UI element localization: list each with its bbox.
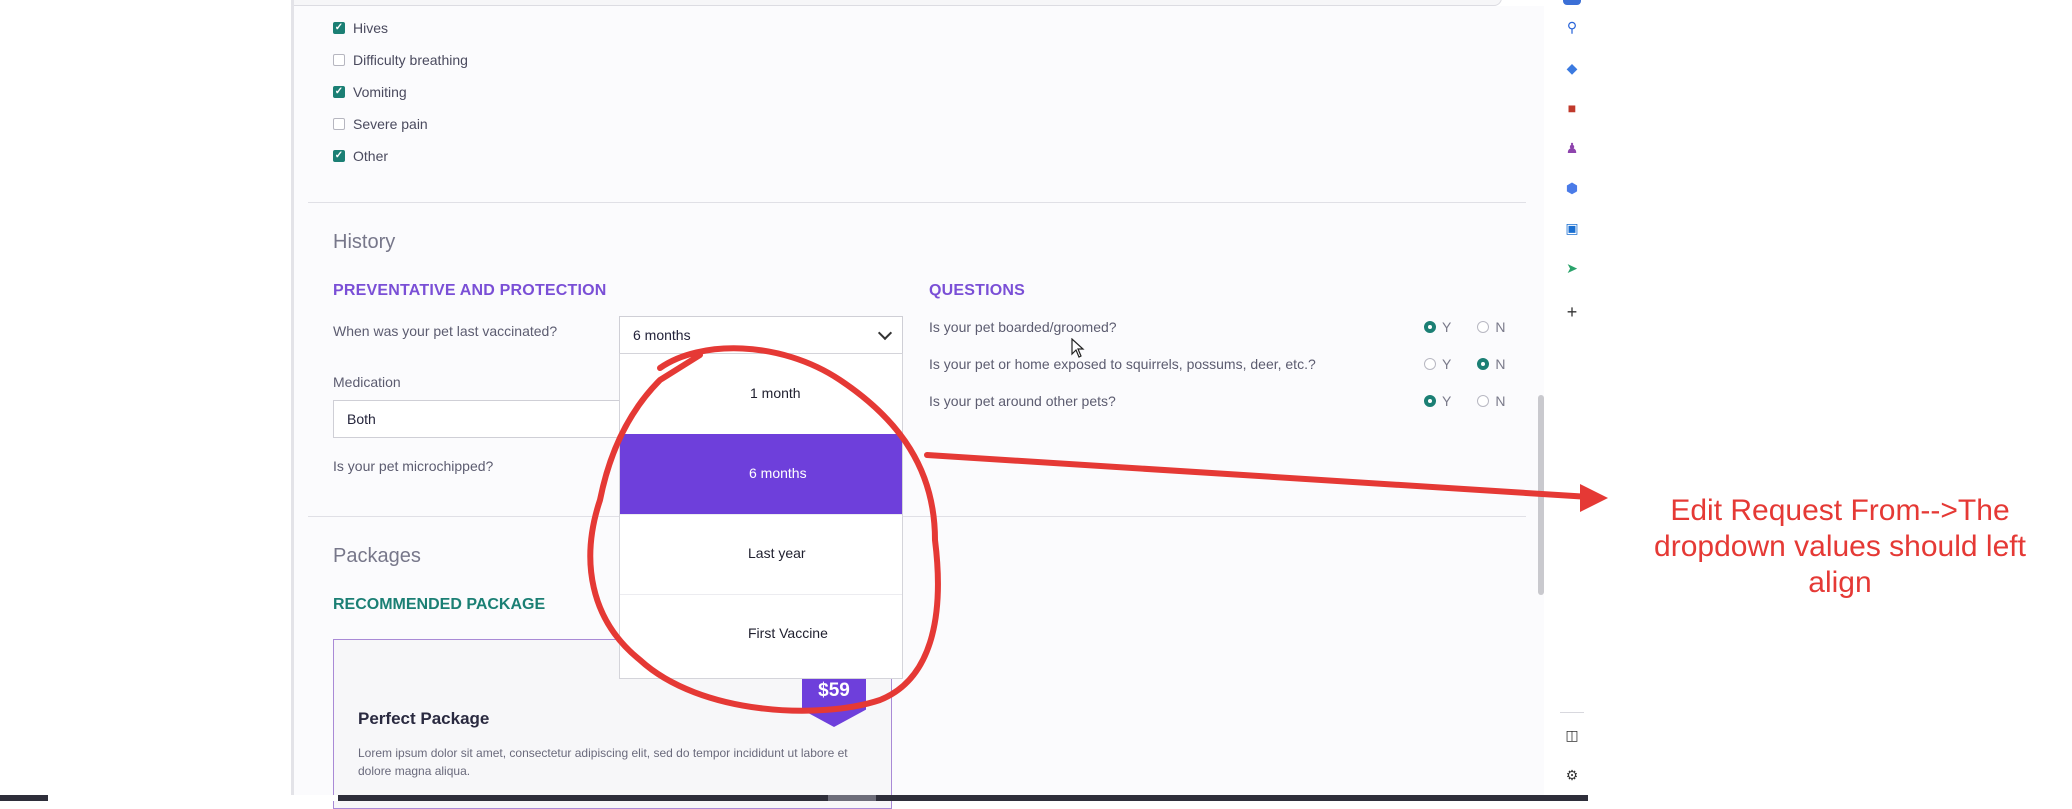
annotation-text: Edit Request From-->The dropdown values … bbox=[1654, 494, 2026, 599]
annotation-overlay bbox=[587, 345, 1608, 714]
annotation-arrow-head bbox=[1580, 484, 1608, 512]
annotation-circle bbox=[587, 345, 941, 714]
annotation-arrow-line bbox=[924, 452, 1593, 500]
